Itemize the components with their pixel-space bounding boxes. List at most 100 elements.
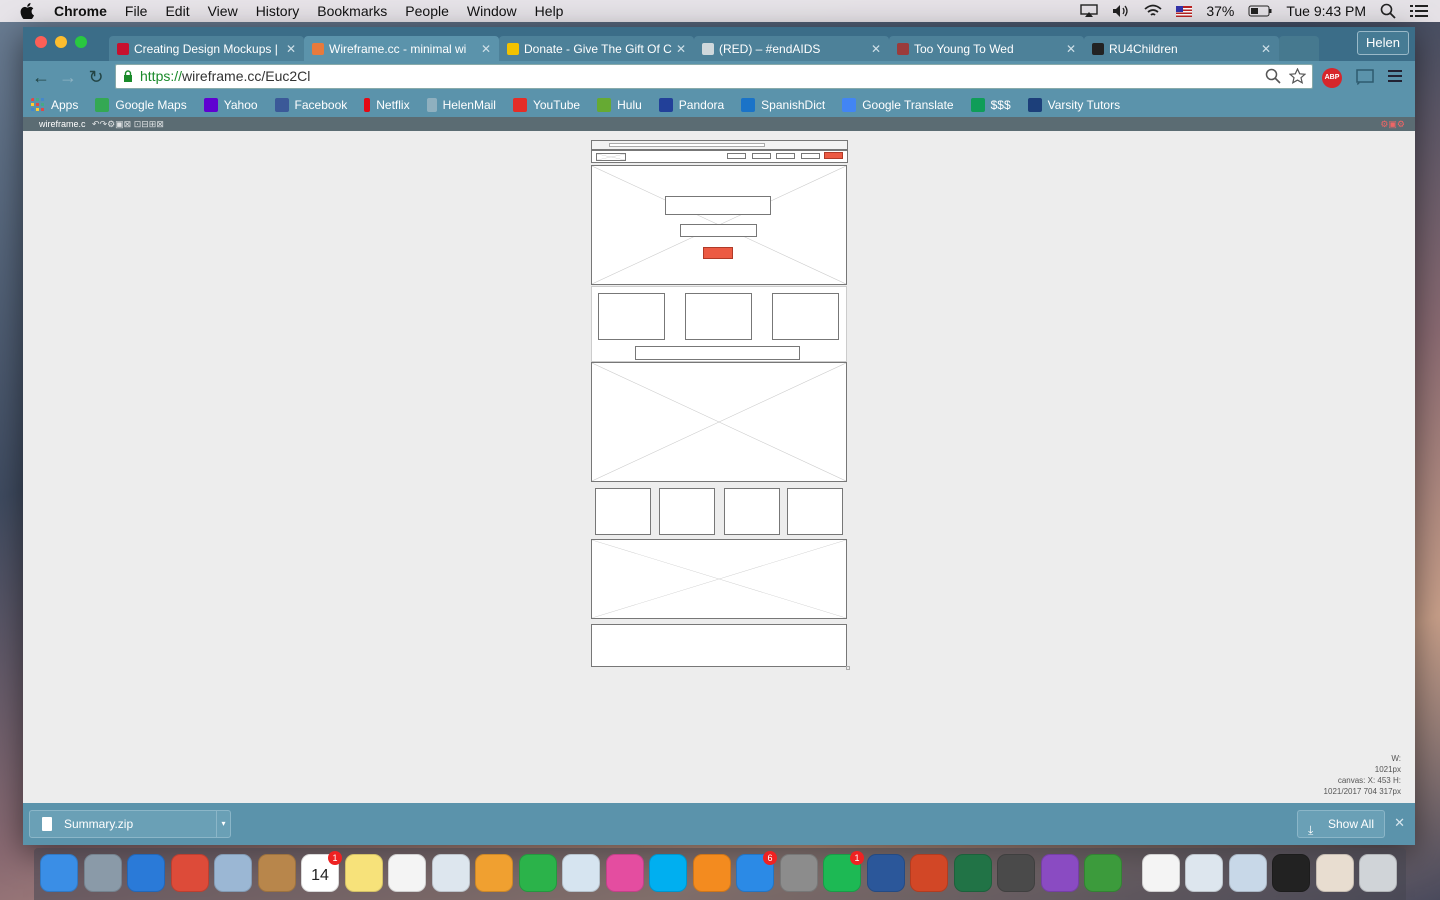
wf-hero-button[interactable] bbox=[703, 247, 733, 259]
bookmark-apps[interactable]: Apps bbox=[31, 98, 78, 112]
sublime-icon[interactable] bbox=[997, 854, 1035, 892]
wireframe-settings-icon[interactable]: ⚙▣⚙ bbox=[1380, 117, 1405, 131]
system-preferences-icon[interactable] bbox=[779, 854, 818, 892]
spotlight-search-icon[interactable] bbox=[1380, 3, 1396, 19]
preview-2-icon[interactable] bbox=[431, 854, 470, 892]
excel-icon[interactable] bbox=[953, 854, 992, 892]
iphoto-icon[interactable] bbox=[562, 854, 600, 892]
close-tab-icon[interactable]: ✕ bbox=[479, 42, 493, 56]
menu-help[interactable]: Help bbox=[535, 3, 564, 19]
adblock-plus-icon[interactable]: ABP bbox=[1322, 68, 1342, 88]
menu-window[interactable]: Window bbox=[467, 3, 517, 19]
tab-red-endaids[interactable]: (RED) – #endAIDS ✕ bbox=[694, 36, 889, 61]
close-tab-icon[interactable]: ✕ bbox=[1259, 42, 1273, 56]
stack-3-icon[interactable] bbox=[1315, 854, 1354, 892]
close-icon[interactable]: ✕ bbox=[1394, 815, 1405, 831]
wf-feature-card[interactable] bbox=[598, 293, 665, 340]
wf-nav-cta[interactable] bbox=[824, 152, 843, 159]
menu-view[interactable]: View bbox=[208, 3, 238, 19]
ibooks-icon[interactable] bbox=[692, 854, 731, 892]
app-store-icon[interactable]: 6 bbox=[736, 851, 777, 892]
wf-gallery-card[interactable] bbox=[787, 488, 843, 535]
bookmark-facebook[interactable]: Facebook bbox=[274, 98, 347, 112]
bookmark-hulu[interactable]: Hulu bbox=[597, 98, 642, 112]
wf-nav-link[interactable] bbox=[776, 153, 795, 159]
wifi-icon[interactable] bbox=[1144, 4, 1162, 18]
download-item[interactable]: Summary.zip ▾ bbox=[29, 810, 231, 838]
tab-too-young-to-wed[interactable]: Too Young To Wed ✕ bbox=[889, 36, 1084, 61]
notification-center-icon[interactable] bbox=[1410, 4, 1428, 18]
wf-resize-handle[interactable] bbox=[846, 666, 850, 670]
bookmark-money[interactable]: $$$ bbox=[970, 98, 1011, 112]
tab-ru4children[interactable]: RU4Children ✕ bbox=[1084, 36, 1279, 61]
minimize-window-button[interactable] bbox=[55, 36, 67, 48]
menu-history[interactable]: History bbox=[256, 3, 300, 19]
wf-footer[interactable] bbox=[591, 624, 847, 667]
terminal-icon[interactable] bbox=[1272, 854, 1310, 892]
wf-features-caption[interactable] bbox=[635, 346, 800, 360]
volume-icon[interactable] bbox=[1112, 4, 1130, 18]
wireframe-tools-icon[interactable]: ↶↷⚙▣⊠ ⊡⊟⊞⊠ bbox=[92, 119, 164, 129]
menu-bookmarks[interactable]: Bookmarks bbox=[317, 3, 387, 19]
finder-icon[interactable] bbox=[40, 854, 78, 892]
tab-donate[interactable]: Donate - Give The Gift Of C ✕ bbox=[499, 36, 694, 61]
bookmark-star-icon[interactable] bbox=[1289, 68, 1306, 84]
bookmark-varsity-tutors[interactable]: Varsity Tutors bbox=[1027, 98, 1120, 112]
reload-icon[interactable]: ↻ bbox=[86, 67, 106, 87]
address-bar[interactable]: https://wireframe.cc/Euc2Cl bbox=[115, 64, 1313, 89]
notes-icon[interactable] bbox=[344, 854, 383, 892]
close-tab-icon[interactable]: ✕ bbox=[869, 42, 883, 56]
photos-icon[interactable] bbox=[475, 854, 513, 892]
launchpad-icon[interactable] bbox=[83, 854, 122, 892]
cast-icon[interactable] bbox=[1355, 68, 1375, 86]
tab-wireframe[interactable]: Wireframe.cc - minimal wi ✕ bbox=[304, 36, 499, 61]
show-all-button[interactable]: ⤓ Show All bbox=[1296, 810, 1385, 838]
trash-icon[interactable] bbox=[1359, 854, 1397, 892]
wf-nav-link[interactable] bbox=[801, 153, 820, 159]
menu-file[interactable]: File bbox=[125, 3, 148, 19]
wf-hero-heading[interactable] bbox=[665, 196, 771, 215]
spotify-icon[interactable]: 1 bbox=[823, 851, 864, 892]
wireframe-canvas[interactable] bbox=[591, 140, 850, 672]
bookmark-google-translate[interactable]: Google Translate bbox=[842, 98, 954, 112]
profile-button[interactable]: Helen bbox=[1357, 31, 1409, 55]
bookmark-netflix[interactable]: Netflix bbox=[364, 98, 410, 112]
word-icon[interactable] bbox=[866, 854, 905, 892]
zoom-window-button[interactable] bbox=[75, 36, 87, 48]
document-icon[interactable] bbox=[1141, 854, 1180, 892]
preview-icon[interactable] bbox=[214, 854, 252, 892]
battery-percent[interactable]: 37% bbox=[1206, 3, 1234, 19]
powerpoint-icon[interactable] bbox=[910, 854, 948, 892]
wf-feature-image[interactable] bbox=[591, 362, 847, 482]
bookmark-pandora[interactable]: Pandora bbox=[658, 98, 724, 112]
bookmark-google-maps[interactable]: Google Maps bbox=[95, 98, 187, 112]
us-flag-icon[interactable] bbox=[1176, 5, 1193, 17]
time-machine-icon[interactable] bbox=[1084, 854, 1122, 892]
search-icon[interactable] bbox=[1265, 68, 1281, 84]
facetime-icon[interactable] bbox=[518, 854, 557, 892]
skype-icon[interactable] bbox=[649, 854, 687, 892]
wf-gallery-card[interactable] bbox=[595, 488, 651, 535]
close-tab-icon[interactable]: ✕ bbox=[1064, 42, 1078, 56]
itunes-icon[interactable] bbox=[605, 854, 644, 892]
wf-feature-card[interactable] bbox=[685, 293, 752, 340]
close-window-button[interactable] bbox=[35, 36, 47, 48]
reminders-icon[interactable] bbox=[388, 854, 426, 892]
bookmark-helenmail[interactable]: HelenMail bbox=[426, 98, 496, 112]
menu-people[interactable]: People bbox=[405, 3, 449, 19]
stack-2-icon[interactable] bbox=[1228, 854, 1267, 892]
wf-logo[interactable] bbox=[596, 153, 626, 161]
wf-banner-image[interactable] bbox=[591, 539, 847, 619]
battery-icon[interactable] bbox=[1248, 5, 1272, 17]
new-tab-button[interactable] bbox=[1279, 36, 1319, 61]
airplay-icon[interactable] bbox=[1080, 4, 1099, 18]
menu-app-name[interactable]: Chrome bbox=[54, 3, 107, 19]
wf-gallery-card[interactable] bbox=[659, 488, 715, 535]
apple-icon[interactable] bbox=[20, 3, 34, 19]
github-icon[interactable] bbox=[1040, 854, 1079, 892]
wireframe-app-title[interactable]: wireframe.c bbox=[39, 119, 86, 129]
contacts-icon[interactable] bbox=[257, 854, 296, 892]
forward-arrow-icon[interactable]: → bbox=[58, 67, 78, 87]
bookmark-youtube[interactable]: YouTube bbox=[512, 98, 580, 112]
close-tab-icon[interactable]: ✕ bbox=[674, 42, 688, 56]
